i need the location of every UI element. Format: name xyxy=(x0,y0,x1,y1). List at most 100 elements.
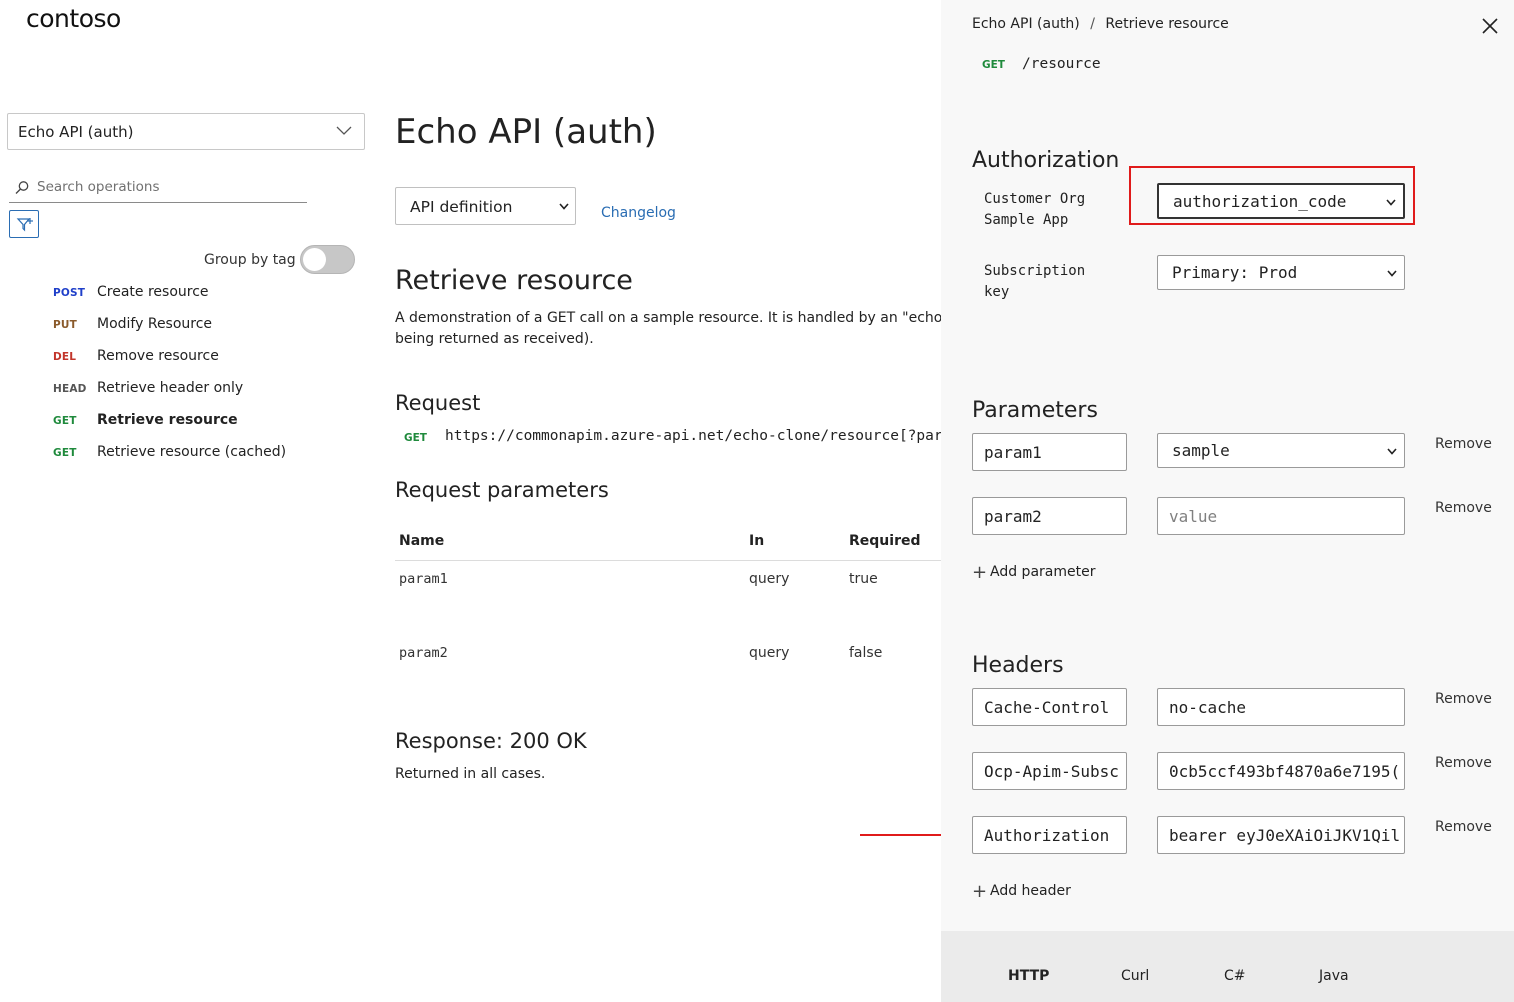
param-value-select[interactable]: sample xyxy=(1157,433,1405,468)
param-name-input[interactable]: param1 xyxy=(972,433,1127,471)
toggle-knob xyxy=(303,248,326,271)
filter-icon xyxy=(16,218,33,232)
param-name: param2 xyxy=(399,645,448,661)
tab-csharp[interactable]: C# xyxy=(1224,968,1246,984)
operation-item-create-resource[interactable]: POST Create resource xyxy=(53,283,353,303)
tab-http[interactable]: HTTP xyxy=(1008,968,1049,984)
label-line: Subscription xyxy=(984,263,1086,279)
description-line: being returned as received). xyxy=(395,331,594,347)
chevron-down-icon xyxy=(1387,270,1397,277)
operation-item-modify-resource[interactable]: PUT Modify Resource xyxy=(53,315,353,335)
parameters-heading: Parameters xyxy=(972,398,1098,423)
subscription-key-label: Subscription key xyxy=(984,261,1085,303)
header-value-input[interactable]: 0cb5ccf493bf4870a6e7195( xyxy=(1157,752,1405,790)
param-name-value: param2 xyxy=(984,507,1042,526)
operation-item-retrieve-resource-cached[interactable]: GET Retrieve resource (cached) xyxy=(53,443,353,463)
chevron-down-icon xyxy=(559,203,569,210)
chevron-down-icon xyxy=(1386,199,1396,206)
operation-name: Retrieve resource (cached) xyxy=(97,444,287,460)
param-value: sample xyxy=(1172,441,1230,460)
header-value-input[interactable]: bearer eyJ0eXAiOiJKV1Qil xyxy=(1157,816,1405,854)
auth-flow-select[interactable]: authorization_code xyxy=(1157,183,1405,219)
response-heading: Response: 200 OK xyxy=(395,729,587,753)
api-definition-select[interactable]: API definition xyxy=(395,187,576,225)
close-icon[interactable] xyxy=(1480,16,1500,36)
group-by-tag-label: Group by tag xyxy=(204,252,296,268)
method-badge: GET xyxy=(404,432,427,444)
header-name-value: Cache-Control xyxy=(984,698,1110,717)
add-header-label: Add header xyxy=(990,883,1071,899)
tab-curl[interactable]: Curl xyxy=(1121,968,1149,984)
param-value-input[interactable]: value xyxy=(1157,497,1405,535)
filter-button[interactable] xyxy=(9,210,39,238)
param-name-input[interactable]: param2 xyxy=(972,497,1127,535)
operation-title: Retrieve resource xyxy=(395,265,633,296)
authorization-heading: Authorization xyxy=(972,148,1120,173)
search-icon xyxy=(15,181,29,194)
header-value: 0cb5ccf493bf4870a6e7195( xyxy=(1169,762,1401,781)
request-parameters-heading: Request parameters xyxy=(395,478,609,502)
remove-header-button[interactable]: Remove xyxy=(1435,819,1492,835)
group-by-tag-toggle[interactable] xyxy=(300,245,355,274)
label-line: Customer Org xyxy=(984,191,1086,207)
subscription-key-value: Primary: Prod xyxy=(1172,263,1298,282)
chevron-down-icon xyxy=(336,126,352,135)
param-required: true xyxy=(849,571,878,587)
api-selector-value: Echo API (auth) xyxy=(18,123,134,141)
add-parameter-button[interactable]: + Add parameter xyxy=(972,562,1102,584)
header-value: no-cache xyxy=(1169,698,1247,717)
remove-header-button[interactable]: Remove xyxy=(1435,691,1492,707)
operation-description: A demonstration of a GET call on a sampl… xyxy=(395,308,955,350)
remove-parameter-button[interactable]: Remove xyxy=(1435,500,1492,516)
operation-name: Modify Resource xyxy=(97,316,213,332)
breadcrumb: Echo API (auth) / Retrieve resource xyxy=(972,16,1229,32)
param-name-value: param1 xyxy=(984,443,1042,462)
header-name-input[interactable]: Authorization xyxy=(972,816,1127,854)
param-required: false xyxy=(849,645,883,661)
operation-item-retrieve-resource[interactable]: GET Retrieve resource xyxy=(53,411,353,431)
search-placeholder: Search operations xyxy=(37,179,160,195)
operation-item-retrieve-header-only[interactable]: HEAD Retrieve header only xyxy=(53,379,353,399)
add-parameter-label: Add parameter xyxy=(990,564,1096,580)
plus-icon: + xyxy=(972,881,988,902)
method-badge: POST xyxy=(53,287,86,299)
column-header-name: Name xyxy=(399,533,445,549)
plus-icon: + xyxy=(972,562,988,583)
breadcrumb-api[interactable]: Echo API (auth) xyxy=(972,16,1080,32)
column-header-in: In xyxy=(749,533,765,549)
header-name-input[interactable]: Ocp-Apim-Subsc xyxy=(972,752,1127,790)
header-value: bearer eyJ0eXAiOiJKV1Qil xyxy=(1169,826,1401,845)
param-in: query xyxy=(749,571,790,587)
column-header-required: Required xyxy=(849,533,921,549)
search-operations-input[interactable]: Search operations xyxy=(9,172,307,203)
remove-parameter-button[interactable]: Remove xyxy=(1435,436,1492,452)
add-header-button[interactable]: + Add header xyxy=(972,881,1092,903)
param-name: param1 xyxy=(399,571,448,587)
param-in: query xyxy=(749,645,790,661)
auth-flow-value: authorization_code xyxy=(1173,192,1347,211)
headers-heading: Headers xyxy=(972,653,1064,678)
subscription-key-select[interactable]: Primary: Prod xyxy=(1157,255,1405,290)
changelog-link[interactable]: Changelog xyxy=(601,205,676,221)
request-heading: Request xyxy=(395,391,481,415)
brand-logo[interactable]: contoso xyxy=(26,4,121,33)
header-name-value: Authorization xyxy=(984,826,1110,845)
tab-java[interactable]: Java xyxy=(1319,968,1349,984)
api-selector[interactable]: Echo API (auth) xyxy=(7,113,365,150)
header-name-input[interactable]: Cache-Control xyxy=(972,688,1127,726)
method-badge: GET xyxy=(982,59,1005,71)
header-name-value: Ocp-Apim-Subsc xyxy=(984,762,1119,781)
operation-name: Retrieve resource xyxy=(97,412,238,428)
operation-item-remove-resource[interactable]: DEL Remove resource xyxy=(53,347,353,367)
request-url-text: https://commonapim.azure-api.net/echo-cl… xyxy=(445,428,961,444)
header-value-input[interactable]: no-cache xyxy=(1157,688,1405,726)
table-divider xyxy=(395,560,941,561)
remove-header-button[interactable]: Remove xyxy=(1435,755,1492,771)
breadcrumb-separator: / xyxy=(1090,16,1095,32)
method-badge: GET xyxy=(53,415,77,427)
chevron-down-icon xyxy=(1387,448,1397,455)
label-line: key xyxy=(984,284,1010,300)
code-sample-tabs xyxy=(941,931,1514,1002)
label-line: Sample App xyxy=(984,212,1069,228)
page-title: Echo API (auth) xyxy=(395,112,657,152)
